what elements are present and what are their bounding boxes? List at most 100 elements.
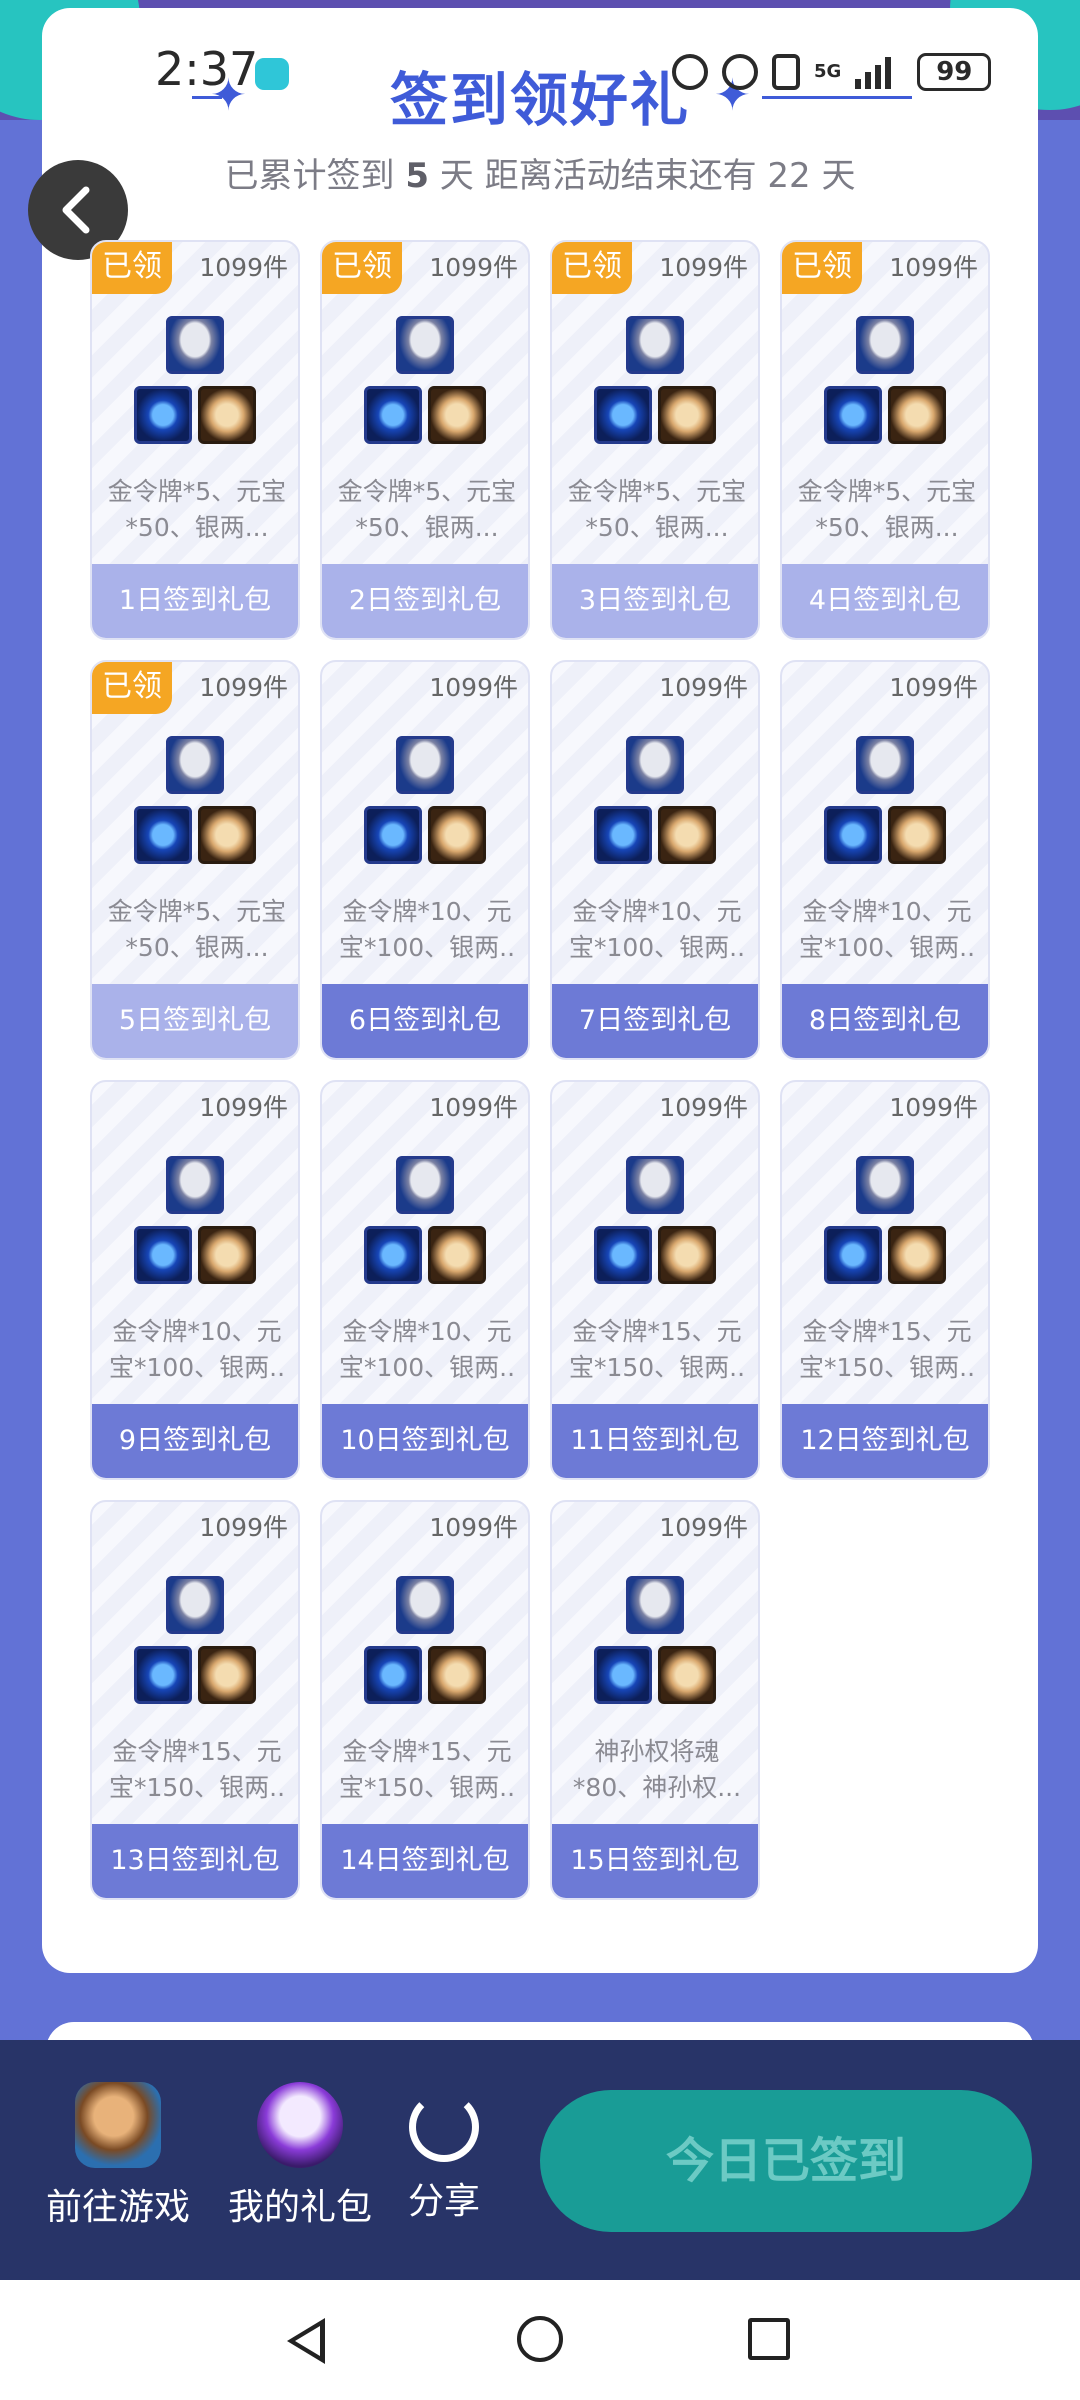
gift-description: 金令牌*10、元 宝*100、银两..	[338, 897, 516, 962]
gift-card-day-3[interactable]: 已领 1099件 金令牌*5、元宝 *50、银两... 3日签到礼包	[550, 240, 760, 640]
orb-item-icon	[364, 806, 422, 864]
claimed-badge: 已领	[322, 242, 402, 294]
gift-card-day-6[interactable]: 1099件 金令牌*10、元 宝*100、银两.. 6日签到礼包	[320, 660, 530, 1060]
gift-description: 金令牌*15、元 宝*150、银两..	[108, 1737, 286, 1802]
ingot-item-icon	[166, 736, 224, 794]
gift-description: 金令牌*15、元 宝*150、银两..	[568, 1317, 746, 1382]
gift-label: 5日签到礼包	[92, 984, 298, 1058]
gift-description: 金令牌*10、元 宝*100、银两..	[798, 897, 976, 962]
gift-card-day-2[interactable]: 已领 1099件 金令牌*5、元宝 *50、银两... 2日签到礼包	[320, 240, 530, 640]
gift-stock-count: 1099件	[199, 1513, 288, 1542]
food-item-icon	[198, 806, 256, 864]
ingot-item-icon	[856, 316, 914, 374]
days-signed-count: 5	[405, 156, 429, 196]
my-gifts-button[interactable]: 我的礼包	[228, 2082, 372, 2230]
checkin-summary: 已累计签到 5 天 距离活动结束还有 22 天	[224, 156, 856, 196]
share-button[interactable]: 分享	[408, 2082, 480, 2224]
gift-card-day-11[interactable]: 1099件 金令牌*15、元 宝*150、银两.. 11日签到礼包	[550, 1080, 760, 1480]
food-item-icon	[658, 806, 716, 864]
gift-stock-count: 1099件	[429, 253, 518, 282]
gift-description: 神孙权将魂 *80、神孙权...	[572, 1737, 742, 1802]
go-to-game-button[interactable]: 前往游戏	[46, 2082, 190, 2230]
gift-description: 金令牌*5、元宝 *50、银两...	[797, 477, 977, 542]
gift-stock-count: 1099件	[889, 1093, 978, 1122]
gift-stock-count: 1099件	[889, 253, 978, 282]
claimed-badge: 已领	[552, 242, 632, 294]
food-item-icon	[428, 1226, 486, 1284]
gift-description: 金令牌*5、元宝 *50、银两...	[107, 897, 287, 962]
ingot-item-icon	[626, 1156, 684, 1214]
gift-label: 14日签到礼包	[322, 1824, 528, 1898]
ingot-item-icon	[166, 1576, 224, 1634]
gift-description: 金令牌*5、元宝 *50、银两...	[567, 477, 747, 542]
orb-item-icon	[134, 386, 192, 444]
gift-description: 金令牌*10、元 宝*100、银两..	[108, 1317, 286, 1382]
gift-stock-count: 1099件	[199, 253, 288, 282]
go-to-game-label: 前往游戏	[46, 2187, 191, 2228]
orb-item-icon	[364, 1226, 422, 1284]
bottom-action-bar: 前往游戏 我的礼包 分享 今日已签到	[0, 2040, 1080, 2280]
gift-stock-count: 1099件	[199, 673, 288, 702]
orb-item-icon	[594, 1226, 652, 1284]
ingot-item-icon	[166, 316, 224, 374]
gift-description: 金令牌*5、元宝 *50、银两...	[337, 477, 517, 542]
gift-stock-count: 1099件	[659, 1513, 748, 1542]
gift-label: 2日签到礼包	[322, 564, 528, 638]
gift-stock-count: 1099件	[199, 1093, 288, 1122]
food-item-icon	[428, 806, 486, 864]
claimed-badge: 已领	[92, 242, 172, 294]
ingot-item-icon	[166, 1156, 224, 1214]
nav-recents-icon[interactable]	[748, 2318, 790, 2360]
ingot-item-icon	[396, 316, 454, 374]
orb-item-icon	[824, 1226, 882, 1284]
orb-item-icon	[364, 386, 422, 444]
gift-card-day-7[interactable]: 1099件 金令牌*10、元 宝*100、银两.. 7日签到礼包	[550, 660, 760, 1060]
gift-card-day-10[interactable]: 1099件 金令牌*10、元 宝*100、银两.. 10日签到礼包	[320, 1080, 530, 1480]
food-item-icon	[198, 1226, 256, 1284]
ingot-item-icon	[396, 1156, 454, 1214]
gift-card-day-14[interactable]: 1099件 金令牌*15、元 宝*150、银两.. 14日签到礼包	[320, 1500, 530, 1900]
gift-label: 6日签到礼包	[322, 984, 528, 1058]
gift-label: 13日签到礼包	[92, 1824, 298, 1898]
gift-avatar-icon	[257, 2082, 343, 2168]
days-left-count: 22	[767, 156, 811, 196]
gift-stock-count: 1099件	[429, 1093, 518, 1122]
gift-card-day-13[interactable]: 1099件 金令牌*15、元 宝*150、银两.. 13日签到礼包	[90, 1500, 300, 1900]
gift-card-day-1[interactable]: 已领 1099件 金令牌*5、元宝 *50、银两... 1日签到礼包	[90, 240, 300, 640]
gift-label: 12日签到礼包	[782, 1404, 988, 1478]
claimed-badge: 已领	[92, 662, 172, 714]
gift-card-day-5[interactable]: 已领 1099件 金令牌*5、元宝 *50、银两... 5日签到礼包	[90, 660, 300, 1060]
share-label: 分享	[408, 2181, 481, 2222]
orb-item-icon	[824, 386, 882, 444]
ingot-item-icon	[626, 736, 684, 794]
food-item-icon	[198, 1646, 256, 1704]
gift-description: 金令牌*10、元 宝*100、银两..	[338, 1317, 516, 1382]
food-item-icon	[888, 1226, 946, 1284]
gift-label: 4日签到礼包	[782, 564, 988, 638]
gift-label: 11日签到礼包	[552, 1404, 758, 1478]
gift-card-day-9[interactable]: 1099件 金令牌*10、元 宝*100、银两.. 9日签到礼包	[90, 1080, 300, 1480]
nav-home-icon[interactable]	[517, 2316, 563, 2362]
gift-label: 10日签到礼包	[322, 1404, 528, 1478]
gift-card-day-8[interactable]: 1099件 金令牌*10、元 宝*100、银两.. 8日签到礼包	[780, 660, 990, 1060]
food-item-icon	[888, 806, 946, 864]
checkin-button[interactable]: 今日已签到	[540, 2090, 1032, 2232]
gift-stock-count: 1099件	[429, 673, 518, 702]
title-line-right	[762, 96, 912, 99]
gift-grid: 已领 1099件 金令牌*5、元宝 *50、银两... 1日签到礼包 已领 10…	[90, 240, 990, 1900]
gift-card-day-4[interactable]: 已领 1099件 金令牌*5、元宝 *50、银两... 4日签到礼包	[780, 240, 990, 640]
orb-item-icon	[594, 1646, 652, 1704]
gift-card-day-15[interactable]: 1099件 神孙权将魂 *80、神孙权... 15日签到礼包	[550, 1500, 760, 1900]
gift-description: 金令牌*15、元 宝*150、银两..	[798, 1317, 976, 1382]
orb-item-icon	[594, 386, 652, 444]
orb-item-icon	[134, 1646, 192, 1704]
nav-back-icon[interactable]	[287, 2318, 325, 2364]
gift-stock-count: 1099件	[429, 1513, 518, 1542]
gift-card-day-12[interactable]: 1099件 金令牌*15、元 宝*150、银两.. 12日签到礼包	[780, 1080, 990, 1480]
ingot-item-icon	[626, 316, 684, 374]
share-icon	[409, 2092, 479, 2162]
system-navigation-bar	[0, 2280, 1080, 2400]
gift-description: 金令牌*5、元宝 *50、银两...	[107, 477, 287, 542]
orb-item-icon	[364, 1646, 422, 1704]
gift-stock-count: 1099件	[659, 1093, 748, 1122]
